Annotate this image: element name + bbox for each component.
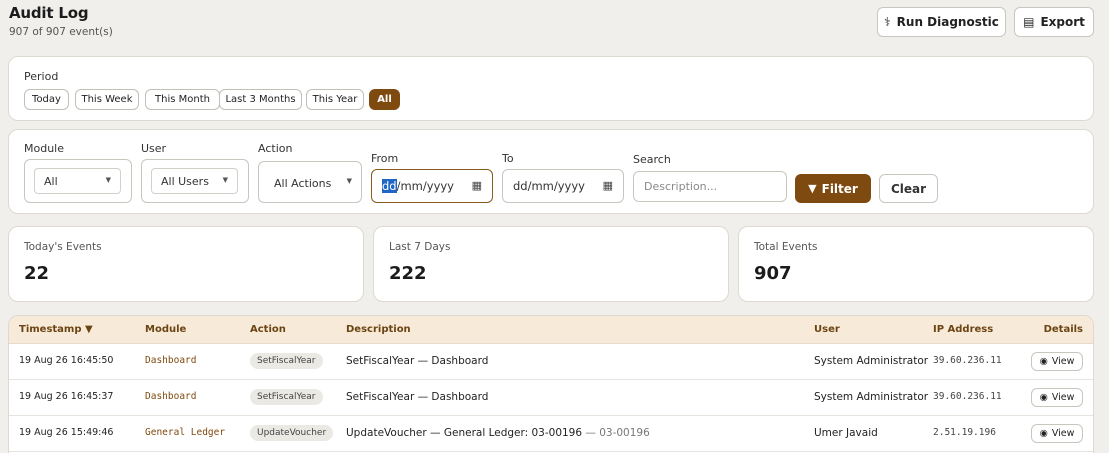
row-ip: 39.60.236.11: [933, 355, 1002, 366]
chevron-down-icon: ▼: [346, 177, 352, 185]
page-header: Audit Log 907 of 907 event(s): [9, 4, 113, 38]
export-button[interactable]: ▤ Export: [1014, 7, 1094, 37]
calendar-icon[interactable]: ▦: [472, 179, 482, 192]
action-label: Action: [258, 142, 293, 155]
clear-button[interactable]: Clear: [879, 174, 938, 203]
column-module: Module: [145, 324, 187, 335]
view-button[interactable]: ◉ View: [1031, 388, 1083, 407]
user-label: User: [141, 142, 167, 155]
stat-label: Last 7 Days: [389, 241, 451, 253]
stethoscope-icon: ⚕: [884, 15, 891, 29]
row-module: Dashboard: [145, 355, 197, 366]
period-card: Period Today This Week This Month Last 3…: [8, 56, 1094, 121]
period-label: Period: [24, 70, 59, 83]
row-user: System Administrator: [814, 391, 929, 403]
row-description-text: UpdateVoucher — General Ledger: 03-00196: [346, 427, 583, 439]
eye-icon: ◉: [1039, 356, 1048, 367]
chevron-down-icon: ▼: [105, 176, 111, 184]
module-label: Module: [24, 142, 64, 155]
column-ip-address: IP Address: [933, 324, 994, 335]
stat-label: Total Events: [754, 241, 818, 253]
action-select[interactable]: All Actions ▼: [258, 161, 362, 203]
view-label: View: [1051, 392, 1075, 403]
table-row: 19 Aug 26 15:49:46 General Ledger Update…: [9, 416, 1093, 452]
row-user: System Administrator: [814, 355, 929, 367]
row-action-badge: SetFiscalYear: [250, 353, 323, 369]
row-ip: 39.60.236.11: [933, 391, 1002, 402]
row-action-badge: SetFiscalYear: [250, 389, 323, 405]
table-row: 19 Aug 26 16:45:50 Dashboard SetFiscalYe…: [9, 344, 1093, 380]
eye-icon: ◉: [1039, 428, 1048, 439]
view-label: View: [1051, 428, 1075, 439]
to-date-input[interactable]: dd/mm/yyyy ▦: [502, 169, 624, 203]
column-action: Action: [250, 324, 286, 335]
search-input[interactable]: Description...: [633, 171, 787, 202]
from-date-rest: /mm/yyyy: [396, 179, 454, 193]
stat-value: 907: [754, 263, 792, 284]
eye-icon: ◉: [1039, 392, 1048, 403]
table-header: Timestamp ▼ Module Action Description Us…: [9, 316, 1093, 344]
event-count: 907 of 907 event(s): [9, 26, 113, 38]
calendar-icon[interactable]: ▦: [603, 179, 613, 192]
from-date-input[interactable]: dd/mm/yyyy ▦: [371, 169, 493, 203]
row-action-badge: UpdateVoucher: [250, 425, 334, 441]
filter-button-label: Filter: [821, 181, 858, 196]
action-select-value: All Actions: [274, 176, 332, 190]
row-description: SetFiscalYear — Dashboard: [346, 391, 489, 403]
view-button[interactable]: ◉ View: [1031, 352, 1083, 371]
column-timestamp[interactable]: Timestamp ▼: [19, 324, 93, 335]
row-timestamp: 19 Aug 26 16:45:50: [19, 355, 114, 366]
view-button[interactable]: ◉ View: [1031, 424, 1083, 443]
audit-table: Timestamp ▼ Module Action Description Us…: [8, 315, 1094, 453]
table-row: 19 Aug 26 16:45:37 Dashboard SetFiscalYe…: [9, 380, 1093, 416]
column-description: Description: [346, 324, 411, 335]
row-description: SetFiscalYear — Dashboard: [346, 355, 489, 367]
filter-button[interactable]: ▼ Filter: [795, 174, 871, 203]
period-last-3-months[interactable]: Last 3 Months: [219, 89, 302, 110]
stat-card-today: Today's Events 22: [8, 226, 364, 302]
run-diagnostic-label: Run Diagnostic: [896, 15, 999, 29]
row-module: Dashboard: [145, 391, 197, 402]
filter-card: Module All ▼ User All Users ▼ Action All…: [8, 129, 1094, 214]
module-select[interactable]: All ▼: [24, 159, 132, 203]
period-this-year[interactable]: This Year: [306, 89, 364, 110]
period-this-week[interactable]: This Week: [75, 89, 139, 110]
row-description: UpdateVoucher — General Ledger: 03-00196…: [346, 427, 650, 439]
to-date-value: dd/mm/yyyy: [513, 179, 585, 193]
from-date-selected-segment: dd: [382, 179, 397, 193]
row-module: General Ledger: [145, 427, 226, 438]
column-details: Details: [1043, 324, 1083, 335]
row-description-extra: — 03-00196: [585, 427, 650, 439]
excel-file-icon: ▤: [1023, 15, 1035, 29]
period-today[interactable]: Today: [24, 89, 69, 110]
row-timestamp: 19 Aug 26 16:45:37: [19, 391, 114, 402]
stat-value: 222: [389, 263, 427, 284]
period-all[interactable]: All: [369, 89, 400, 110]
view-label: View: [1051, 356, 1075, 367]
stat-card-last-7-days: Last 7 Days 222: [373, 226, 729, 302]
period-this-month[interactable]: This Month: [145, 89, 220, 110]
column-user: User: [814, 324, 840, 335]
row-timestamp: 19 Aug 26 15:49:46: [19, 427, 114, 438]
stat-card-total: Total Events 907: [738, 226, 1094, 302]
chevron-down-icon: ▼: [222, 176, 228, 184]
run-diagnostic-button[interactable]: ⚕ Run Diagnostic: [877, 7, 1006, 37]
search-label: Search: [633, 153, 671, 166]
page-title: Audit Log: [9, 4, 89, 22]
row-ip: 2.51.19.196: [933, 427, 996, 438]
export-label: Export: [1040, 15, 1085, 29]
stat-label: Today's Events: [24, 241, 102, 253]
stat-value: 22: [24, 263, 50, 284]
user-select[interactable]: All Users ▼: [141, 159, 249, 203]
to-label: To: [502, 152, 514, 165]
from-label: From: [371, 152, 399, 165]
row-user: Umer Javaid: [814, 427, 878, 439]
filter-funnel-icon: ▼: [808, 182, 817, 195]
